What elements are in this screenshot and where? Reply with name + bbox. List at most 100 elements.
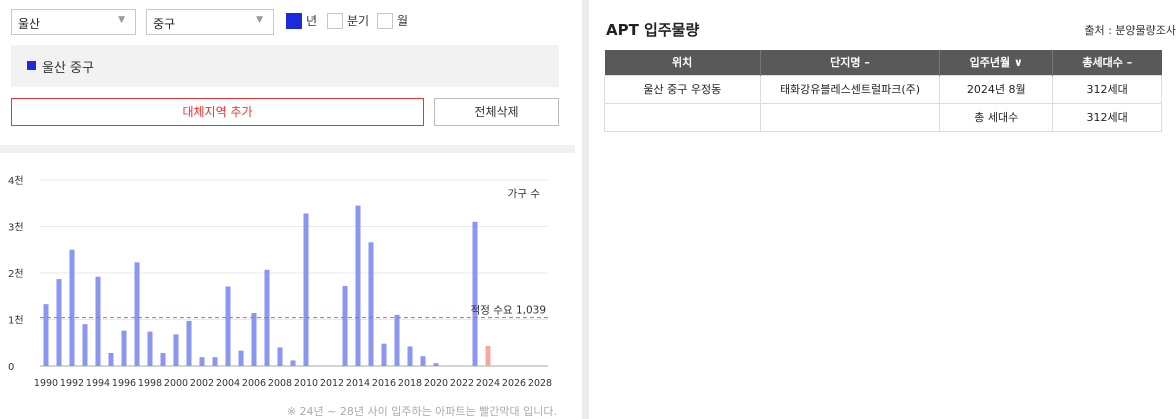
- x-tick-label: 2028: [528, 378, 552, 389]
- y-tick-label: 4천: [8, 175, 24, 187]
- period-quarter-checkbox[interactable]: 분기: [327, 12, 369, 29]
- x-tick-label: 2000: [164, 378, 188, 389]
- checkbox-icon: [327, 12, 343, 29]
- total-value: 312세대: [1052, 102, 1162, 132]
- x-tick-label: 1998: [138, 378, 162, 389]
- bar: [43, 304, 49, 366]
- x-tick-label: 2006: [242, 378, 266, 389]
- col-movein-header[interactable]: 입주년월 ∨: [939, 50, 1054, 75]
- table-header-row: 위치 단지명 – 입주년월 ∨ 총세대수 –: [604, 50, 1162, 75]
- bar: [355, 205, 361, 366]
- cell-empty: [759, 102, 941, 132]
- x-tick-label: 2020: [424, 378, 448, 389]
- x-tick-label: 1992: [60, 378, 84, 389]
- selected-region-row: 울산 중구: [11, 45, 559, 87]
- x-tick-label: 2026: [502, 378, 526, 389]
- period-quarter-label: 분기: [347, 14, 370, 28]
- bar: [472, 221, 478, 366]
- region2-value: 중구: [153, 17, 176, 31]
- supply-bar-chart: 01천2천3천4천1990 1992 1994 1996 1998 2000 2002 200…: [8, 175, 552, 389]
- cell-location: 울산 중구 우정동: [604, 74, 761, 104]
- y-tick-label: 2천: [8, 268, 24, 280]
- right-panel: APT 입주물량 출처 : 분양물량조사 위치 단지명 – 입주년월 ∨ 총세대…: [590, 0, 1176, 419]
- table-total-row: 총 세대수 312세대: [604, 102, 1162, 132]
- x-tick-label: 2012: [320, 378, 344, 389]
- bar: [381, 343, 387, 366]
- region2-select[interactable]: 중구 ▼: [146, 9, 274, 35]
- source-label: 출처 : 분양물량조사: [1084, 24, 1176, 37]
- cell-movein: 2024년 8월: [939, 74, 1054, 104]
- apt-table: 위치 단지명 – 입주년월 ∨ 총세대수 – 울산 중구 우정동 태화강유블레스…: [604, 50, 1162, 132]
- bar: [290, 360, 296, 366]
- chevron-down-icon: ▼: [118, 15, 125, 25]
- x-tick-label: 2018: [398, 378, 422, 389]
- bar: [433, 363, 439, 366]
- x-tick-label: 2014: [346, 378, 370, 389]
- bar: [56, 279, 62, 366]
- col-units-header[interactable]: 총세대수 –: [1052, 50, 1162, 75]
- y-tick-label: 0: [8, 362, 14, 373]
- table-row: 울산 중구 우정동 태화강유블레스센트럴파크(주) 2024년 8월 312세대: [604, 74, 1162, 104]
- bar: [108, 352, 114, 366]
- bar: [121, 330, 127, 366]
- bar: [342, 286, 348, 366]
- cell-complex: 태화강유블레스센트럴파크(주): [759, 74, 941, 104]
- x-tick-label: 1994: [86, 378, 110, 389]
- region1-select[interactable]: 울산 ▼: [11, 9, 136, 35]
- apt-title: APT 입주물량: [606, 21, 700, 39]
- bar: [199, 357, 205, 366]
- bar: [368, 242, 374, 366]
- region-color-square-icon: [27, 61, 36, 70]
- bar: [303, 213, 309, 366]
- delete-all-button[interactable]: 전체삭제: [434, 98, 559, 126]
- bar: [238, 350, 244, 366]
- period-month-checkbox[interactable]: 월: [377, 12, 408, 29]
- x-tick-label: 1990: [34, 378, 58, 389]
- period-year-label: 년: [306, 14, 318, 28]
- x-tick-label: 2024: [476, 378, 500, 389]
- future-bar: [485, 346, 491, 366]
- x-tick-label: 1996: [112, 378, 136, 389]
- checkbox-icon: [377, 12, 393, 29]
- period-year-checkbox[interactable]: 년: [286, 12, 317, 29]
- region1-value: 울산: [18, 17, 41, 31]
- bar: [69, 249, 75, 366]
- y-tick-label: 3천: [8, 222, 24, 234]
- x-tick-label: 2022: [450, 378, 474, 389]
- chart-footnote: ※ 24년 ~ 28년 사이 입주하는 아파트는 빨간막대 입니다.: [286, 405, 557, 418]
- checkbox-checked-icon: [286, 12, 302, 29]
- selected-region-label: 울산 중구: [42, 61, 94, 76]
- chevron-down-icon: ▼: [256, 15, 263, 25]
- section-divider: [0, 145, 575, 153]
- bar: [160, 352, 166, 366]
- col-location-header: 위치: [604, 50, 761, 75]
- bar: [225, 286, 231, 366]
- total-label: 총 세대수: [939, 102, 1054, 132]
- cell-empty: [604, 102, 761, 132]
- x-tick-label: 2004: [216, 378, 240, 389]
- x-tick-label: 2002: [190, 378, 214, 389]
- x-tick-label: 2010: [294, 378, 318, 389]
- bar: [134, 262, 140, 366]
- add-alt-region-button[interactable]: 대체지역 추가: [11, 98, 424, 126]
- bar: [186, 320, 192, 366]
- reference-label: 적정 수요 1,039: [471, 305, 546, 317]
- bar: [277, 347, 283, 366]
- bar: [420, 356, 426, 366]
- left-panel: 울산 ▼ 중구 ▼ 년 분기 월 울산 중구 대체지역 추가 전체삭제 0 1천 2…: [0, 0, 575, 419]
- bar: [147, 331, 153, 366]
- cell-units: 312세대: [1052, 74, 1162, 104]
- panel-divider: [582, 0, 589, 419]
- bar: [212, 357, 218, 366]
- period-month-label: 월: [397, 14, 409, 28]
- x-tick-label: 2016: [372, 378, 396, 389]
- y-tick-label: 1천: [8, 315, 24, 327]
- bar: [407, 346, 413, 366]
- bar: [95, 276, 101, 366]
- bar: [82, 324, 88, 366]
- bar: [394, 314, 400, 366]
- bar: [251, 312, 257, 366]
- bar: [173, 334, 179, 366]
- col-complex-header[interactable]: 단지명 –: [760, 50, 941, 75]
- x-tick-label: 2008: [268, 378, 292, 389]
